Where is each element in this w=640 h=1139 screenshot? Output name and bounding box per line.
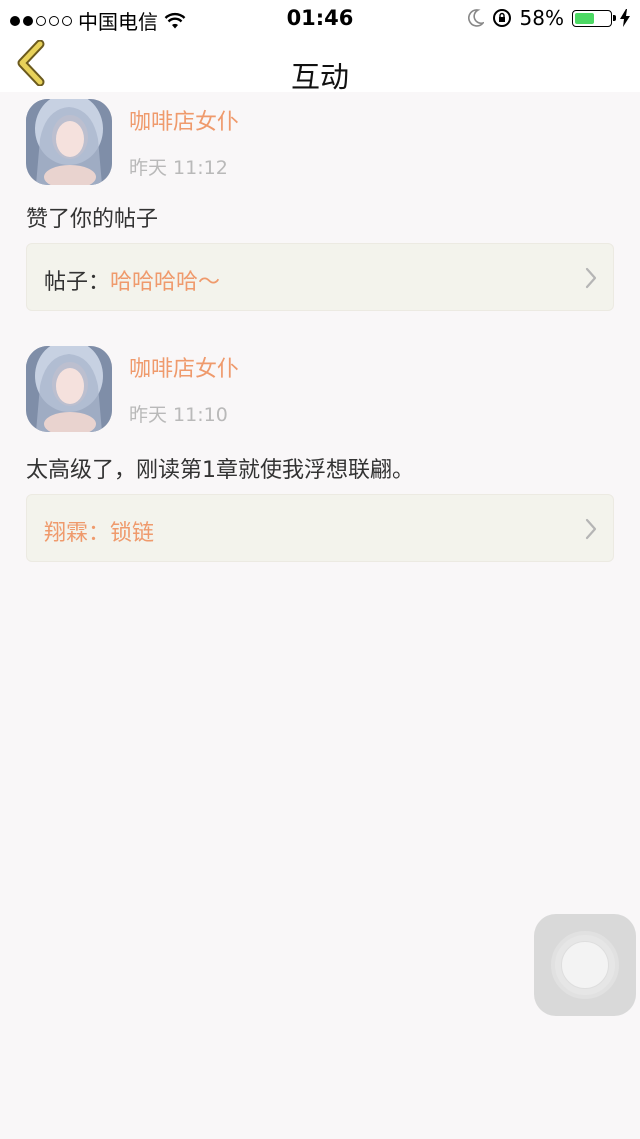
ref-prefix: 帖子：	[44, 270, 111, 295]
referenced-post-text: 翔霖：锁链	[44, 515, 154, 547]
status-bar-right: 58%	[467, 6, 630, 30]
moon-icon	[467, 9, 484, 27]
status-bar: 中国电信 01:46 58%	[0, 0, 640, 36]
battery-percent: 58%	[519, 6, 564, 30]
interaction-content: 太高级了，刚读第1章就使我浮想联翩。	[26, 458, 414, 483]
timestamp: 昨天 11:12	[129, 157, 228, 179]
referenced-post-text: 帖子：哈哈哈哈～	[44, 264, 220, 296]
ref-title: 哈哈哈哈～	[110, 270, 221, 295]
timestamp: 昨天 11:10	[129, 404, 228, 426]
battery-icon	[572, 9, 616, 27]
chevron-right-icon	[585, 518, 597, 540]
username[interactable]: 咖啡店女仆	[129, 351, 239, 383]
orientation-lock-icon	[492, 9, 511, 27]
nav-bar: 互动	[0, 36, 640, 94]
page-title: 互动	[290, 60, 349, 94]
avatar[interactable]	[26, 99, 112, 185]
referenced-post-card[interactable]: 帖子：哈哈哈哈～	[26, 243, 614, 311]
assistive-touch-button[interactable]	[534, 914, 636, 1016]
referenced-post-card[interactable]: 翔霖：锁链	[26, 494, 614, 562]
list-item: 咖啡店女仆 昨天 11:10 太高级了，刚读第1章就使我浮想联翩。 翔霖：锁链	[0, 339, 640, 586]
avatar[interactable]	[26, 346, 112, 432]
assistive-touch-dot-icon	[561, 941, 609, 989]
list-item: 咖啡店女仆 昨天 11:12 赞了你的帖子 帖子：哈哈哈哈～	[0, 92, 640, 339]
ref-prefix: 翔霖：	[44, 521, 111, 546]
battery-fill	[575, 12, 594, 24]
ref-title: 锁链	[110, 521, 155, 546]
charging-icon	[620, 9, 630, 27]
interaction-content: 赞了你的帖子	[26, 207, 159, 232]
interaction-feed: 咖啡店女仆 昨天 11:12 赞了你的帖子 帖子：哈哈哈哈～ 咖啡店女仆 昨天 …	[0, 92, 640, 586]
chevron-right-icon	[585, 267, 597, 289]
username[interactable]: 咖啡店女仆	[129, 104, 239, 136]
